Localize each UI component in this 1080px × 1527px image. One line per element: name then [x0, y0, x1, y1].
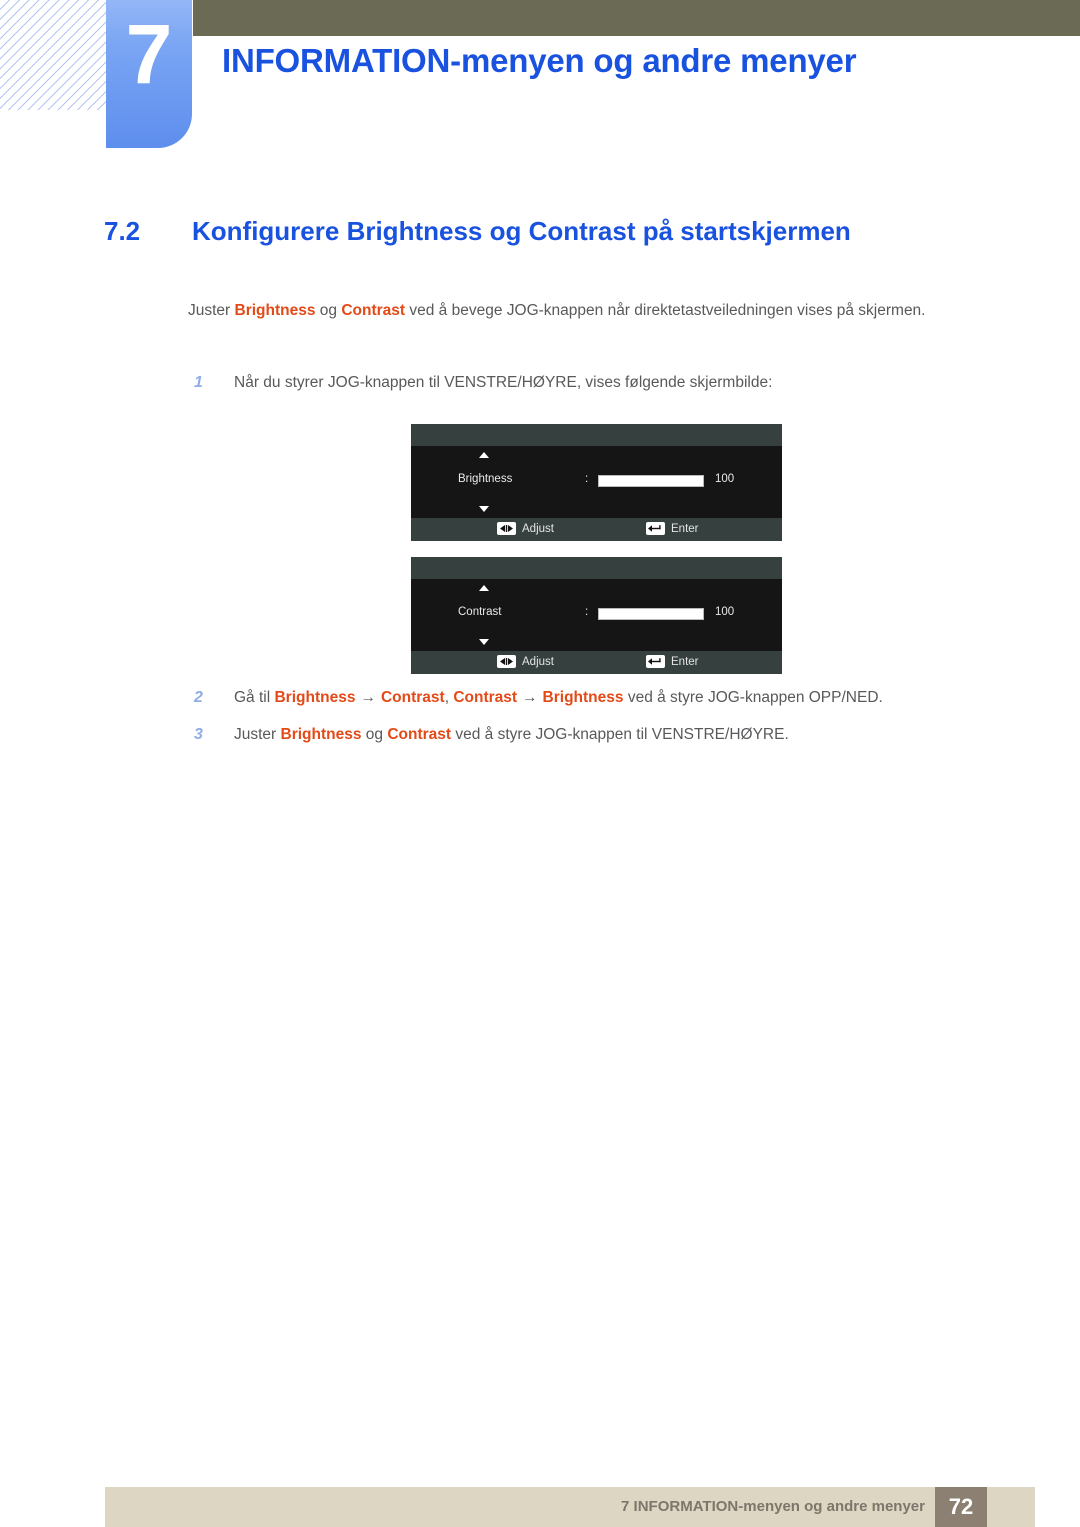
osd-topbar	[411, 424, 782, 446]
section-heading: 7.2 Konfigurere Brightness og Contrast på…	[104, 216, 984, 247]
osd-setting-row: Brightness : 100	[411, 472, 782, 492]
brightness-value: 100	[715, 473, 735, 485]
contrast-value: 100	[715, 606, 735, 618]
left-right-arrows-icon	[497, 522, 516, 535]
osd-body: Contrast : 100	[411, 579, 782, 651]
step-list-first: 1 Når du styrer JOG-knappen til VENSTRE/H…	[188, 368, 998, 397]
step-number-1: 1	[194, 374, 203, 391]
contrast-slider-fill	[599, 609, 703, 619]
brightness-slider[interactable]	[598, 475, 704, 487]
osd-label-brightness: Brightness	[458, 473, 513, 485]
step3-text-2: og	[361, 726, 388, 743]
header-olive-bar	[193, 0, 1080, 36]
osd-enter-label: Enter	[671, 522, 699, 535]
osd-colon: :	[585, 473, 589, 485]
osd-key-adjust[interactable]: Adjust	[497, 522, 554, 535]
page-footer: 7 INFORMATION-menyen og andre menyer 72	[105, 1487, 1035, 1527]
arrow-down-icon[interactable]	[479, 506, 489, 512]
step2-term-brightness-2: Brightness	[542, 689, 624, 706]
chapter-title: INFORMATION-menyen og andre menyer	[222, 42, 857, 79]
osd-key-enter[interactable]: Enter	[646, 522, 699, 535]
osd-footer: Adjust Enter	[411, 518, 782, 541]
left-right-arrows-icon	[497, 655, 516, 668]
osd-panel-brightness: Brightness : 100 Adjust Enter	[411, 424, 782, 541]
osd-panel-contrast: Contrast : 100 Adjust Enter	[411, 557, 782, 674]
osd-body: Brightness : 100	[411, 446, 782, 518]
osd-setting-row: Contrast : 100	[411, 605, 782, 625]
arrow-down-icon[interactable]	[479, 639, 489, 645]
chapter-header: 7 INFORMATION-menyen og andre menyer	[0, 0, 1080, 160]
chapter-number-tab: 7	[106, 0, 192, 148]
step-text-1: Når du styrer JOG-knappen til VENSTRE/HØ…	[234, 374, 773, 391]
step2-text-1: Gå til	[234, 689, 275, 706]
osd-key-enter[interactable]: Enter	[646, 655, 699, 668]
osd-topbar	[411, 557, 782, 579]
osd-enter-label: Enter	[671, 655, 699, 668]
right-arrow-icon-1: →	[360, 689, 376, 706]
step-item-1: 1 Når du styrer JOG-knappen til VENSTRE/H…	[188, 368, 998, 397]
step-item-2: 2 Gå til Brightness → Contrast, Contrast → Br…	[188, 683, 998, 712]
arrow-up-icon[interactable]	[479, 585, 489, 591]
enter-return-icon	[646, 522, 665, 535]
intro-text-3: ved å bevege JOG-knappen når direktetast…	[405, 302, 926, 319]
osd-footer: Adjust Enter	[411, 651, 782, 674]
step3-text-1: Juster	[234, 726, 281, 743]
step2-term-contrast-2: Contrast	[453, 689, 518, 706]
osd-adjust-label: Adjust	[522, 522, 554, 535]
step3-term-contrast: Contrast	[387, 726, 452, 743]
step-item-3: 3 Juster Brightness og Contrast ved å sty…	[188, 720, 998, 749]
osd-label-contrast: Contrast	[458, 606, 502, 618]
step2-term-contrast-1: Contrast	[380, 689, 445, 706]
osd-adjust-label: Adjust	[522, 655, 554, 668]
right-arrow-icon-2: →	[522, 689, 538, 706]
step-list-second: 2 Gå til Brightness → Contrast, Contrast → Br…	[188, 683, 998, 749]
section-title: Konfigurere Brightness og Contrast på st…	[192, 216, 851, 246]
step2-term-brightness-1: Brightness	[274, 689, 356, 706]
hatch-pattern-decoration	[0, 0, 108, 110]
step-number-2: 2	[194, 689, 203, 706]
step3-text-3: ved å styre JOG-knappen til VENSTRE/HØYR…	[451, 726, 789, 743]
section-number: 7.2	[104, 216, 141, 246]
osd-colon: :	[585, 606, 589, 618]
step3-term-brightness: Brightness	[280, 726, 362, 743]
intro-paragraph: Juster Brightness og Contrast ved å beve…	[188, 296, 988, 325]
osd-key-adjust[interactable]: Adjust	[497, 655, 554, 668]
intro-text-1: Juster	[188, 302, 235, 319]
intro-text-2: og	[315, 302, 342, 319]
step2-text-3: ved å styre JOG-knappen OPP/NED.	[623, 689, 883, 706]
intro-term-contrast: Contrast	[341, 302, 406, 319]
enter-return-icon	[646, 655, 665, 668]
step-number-3: 3	[194, 726, 203, 743]
contrast-slider[interactable]	[598, 608, 704, 620]
intro-term-brightness: Brightness	[234, 302, 316, 319]
chapter-number: 7	[125, 7, 173, 101]
brightness-slider-fill	[599, 476, 703, 486]
page-number-box: 72	[935, 1487, 987, 1527]
arrow-up-icon[interactable]	[479, 452, 489, 458]
footer-chapter-label: 7 INFORMATION-menyen og andre menyer	[621, 1498, 925, 1515]
